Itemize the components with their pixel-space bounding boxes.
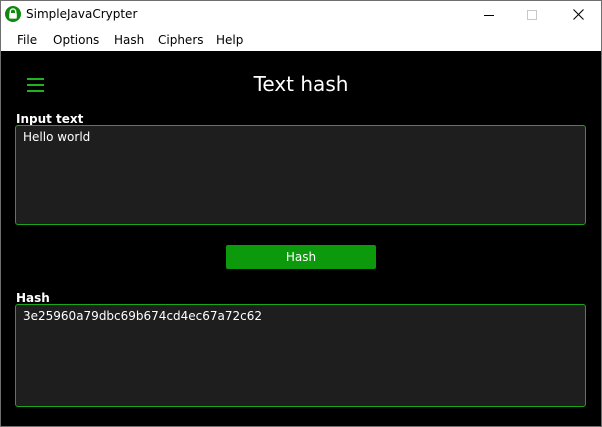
menu-help[interactable]: Help: [216, 32, 243, 48]
maximize-button[interactable]: [509, 1, 555, 28]
maximize-icon: [527, 9, 537, 20]
menu-hash[interactable]: Hash: [114, 32, 144, 48]
main-content: Text hash Input text Hello world Hash Ha…: [1, 51, 601, 426]
menu-file[interactable]: File: [17, 32, 37, 48]
page-title: Text hash: [253, 72, 349, 96]
app-window: SimpleJavaCrypter File Options Hash Ciph…: [0, 0, 602, 427]
menu-ciphers[interactable]: Ciphers: [158, 32, 204, 48]
menu-options[interactable]: Options: [53, 32, 99, 48]
window-title: SimpleJavaCrypter: [26, 7, 138, 21]
padlock-icon: [5, 6, 21, 22]
minimize-button[interactable]: [466, 1, 512, 28]
hash-button[interactable]: Hash: [226, 245, 376, 269]
input-text-label: Input text: [16, 112, 84, 126]
close-button[interactable]: [555, 1, 601, 28]
hash-output-area[interactable]: 3e25960a79dbc69b674cd4ec67a72c62: [15, 304, 586, 407]
hash-output-label: Hash: [16, 291, 50, 305]
title-bar[interactable]: SimpleJavaCrypter: [1, 1, 601, 28]
input-text-area[interactable]: Hello world: [15, 125, 586, 225]
close-icon: [572, 9, 584, 20]
minimize-icon: [484, 14, 494, 16]
menu-bar: File Options Hash Ciphers Help: [1, 28, 601, 51]
